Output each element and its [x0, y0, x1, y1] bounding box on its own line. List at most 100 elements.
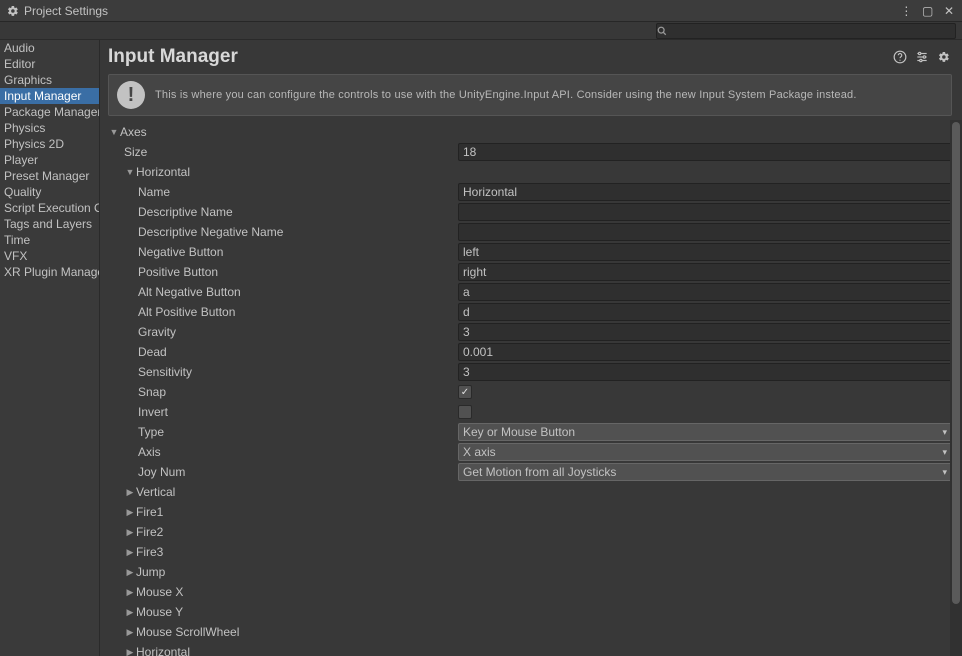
- axis-label: Axis: [138, 445, 458, 459]
- invert-checkbox[interactable]: [458, 405, 472, 419]
- dead-row: Dead: [102, 342, 956, 362]
- gravity-label: Gravity: [138, 325, 458, 339]
- vertical-scrollbar[interactable]: [950, 120, 962, 656]
- search-input[interactable]: [675, 24, 955, 38]
- axes-section-header[interactable]: ▼ Axes: [102, 122, 956, 142]
- foldout-arrow-icon: ▶: [124, 567, 136, 578]
- sidebar-item[interactable]: Graphics: [0, 72, 99, 88]
- chevron-down-icon: ▾: [942, 467, 947, 478]
- axis-header-label: Mouse ScrollWheel: [136, 625, 239, 639]
- sidebar-item[interactable]: Quality: [0, 184, 99, 200]
- descriptive-name-label: Descriptive Name: [138, 205, 458, 219]
- info-icon: !: [117, 81, 145, 109]
- content-area: ▼ Axes Size ▼ Horizontal Name Descriptive…: [100, 120, 962, 656]
- sidebar-item[interactable]: Script Execution Order: [0, 200, 99, 216]
- dead-label: Dead: [138, 345, 458, 359]
- axis-header-horizontal[interactable]: ▼ Horizontal: [102, 162, 956, 182]
- sidebar-item[interactable]: Package Manager: [0, 104, 99, 120]
- axis-header-collapsed[interactable]: ▶Fire2: [102, 522, 956, 542]
- descriptive-negative-name-label: Descriptive Negative Name: [138, 225, 458, 239]
- window-title: Project Settings: [24, 4, 108, 18]
- info-box: ! This is where you can configure the co…: [108, 74, 952, 116]
- sensitivity-row: Sensitivity: [102, 362, 956, 382]
- descriptive-name-row: Descriptive Name: [102, 202, 956, 222]
- foldout-arrow-icon: ▶: [124, 527, 136, 538]
- name-row: Name: [102, 182, 956, 202]
- window-maximize-icon[interactable]: ▢: [921, 4, 935, 18]
- search-icon: [657, 26, 675, 36]
- axis-header-collapsed[interactable]: ▶Mouse ScrollWheel: [102, 622, 956, 642]
- axis-header-collapsed[interactable]: ▶Mouse Y: [102, 602, 956, 622]
- axis-header-label: Vertical: [136, 485, 175, 499]
- sidebar-item[interactable]: Input Manager: [0, 88, 99, 104]
- type-dropdown[interactable]: Key or Mouse Button▾: [458, 423, 952, 441]
- size-label: Size: [124, 145, 458, 159]
- size-row: Size: [102, 142, 956, 162]
- axis-row: AxisX axis▾: [102, 442, 956, 462]
- sensitivity-input[interactable]: [458, 363, 952, 381]
- sidebar-item[interactable]: Editor: [0, 56, 99, 72]
- main-panel: Input Manager ! This is where you can co…: [100, 40, 962, 656]
- sensitivity-label: Sensitivity: [138, 365, 458, 379]
- sidebar-item[interactable]: Time: [0, 232, 99, 248]
- alt-positive-button-input[interactable]: [458, 303, 952, 321]
- axis-header-label: Fire2: [136, 525, 163, 539]
- alt-negative-button-input[interactable]: [458, 283, 952, 301]
- sidebar-item[interactable]: Preset Manager: [0, 168, 99, 184]
- name-input[interactable]: [458, 183, 952, 201]
- invert-row: Invert: [102, 402, 956, 422]
- sidebar-item[interactable]: Audio: [0, 40, 99, 56]
- sidebar-item[interactable]: XR Plugin Management: [0, 264, 99, 280]
- sidebar-item[interactable]: Player: [0, 152, 99, 168]
- axis-header-label: Fire1: [136, 505, 163, 519]
- sidebar-item[interactable]: Physics: [0, 120, 99, 136]
- preset-icon[interactable]: [914, 49, 930, 65]
- axis-header-collapsed[interactable]: ▶Fire1: [102, 502, 956, 522]
- size-input[interactable]: [458, 143, 952, 161]
- sidebar-item[interactable]: VFX: [0, 248, 99, 264]
- axes-label: Axes: [120, 125, 147, 139]
- axis-header-collapsed[interactable]: ▶Fire3: [102, 542, 956, 562]
- sidebar-item[interactable]: Tags and Layers: [0, 216, 99, 232]
- gravity-input[interactable]: [458, 323, 952, 341]
- axis-header-collapsed[interactable]: ▶Horizontal: [102, 642, 956, 656]
- dead-input[interactable]: [458, 343, 952, 361]
- axis-header-label: Horizontal: [136, 645, 190, 656]
- positive-button-input[interactable]: [458, 263, 952, 281]
- foldout-arrow-icon: ▶: [124, 547, 136, 558]
- search-box[interactable]: [656, 23, 956, 39]
- info-message: This is where you can configure the cont…: [155, 89, 857, 101]
- axis-header-label: Horizontal: [136, 165, 190, 179]
- descriptive-negative-name-input[interactable]: [458, 223, 952, 241]
- descriptive-negative-name-row: Descriptive Negative Name: [102, 222, 956, 242]
- help-icon[interactable]: [892, 49, 908, 65]
- settings-gear-icon[interactable]: [936, 49, 952, 65]
- axis-header-collapsed[interactable]: ▶Mouse X: [102, 582, 956, 602]
- scrollbar-thumb[interactable]: [952, 122, 960, 604]
- foldout-arrow-icon: ▶: [124, 507, 136, 518]
- axis-dropdown[interactable]: X axis▾: [458, 443, 952, 461]
- axis-header-label: Mouse X: [136, 585, 183, 599]
- alt-negative-button-row: Alt Negative Button: [102, 282, 956, 302]
- foldout-arrow-icon: ▶: [124, 647, 136, 656]
- window-close-icon[interactable]: ✕: [942, 4, 956, 18]
- descriptive-name-input[interactable]: [458, 203, 952, 221]
- negative-button-row: Negative Button: [102, 242, 956, 262]
- sidebar-item[interactable]: Physics 2D: [0, 136, 99, 152]
- gravity-row: Gravity: [102, 322, 956, 342]
- joy-num-dropdown[interactable]: Get Motion from all Joysticks▾: [458, 463, 952, 481]
- negative-button-input[interactable]: [458, 243, 952, 261]
- alt-positive-button-row: Alt Positive Button: [102, 302, 956, 322]
- foldout-arrow-icon: ▼: [108, 127, 120, 137]
- axis-header-collapsed[interactable]: ▶Jump: [102, 562, 956, 582]
- axis-header-label: Jump: [136, 565, 165, 579]
- invert-label: Invert: [138, 405, 458, 419]
- window-menu-icon[interactable]: ⋮: [899, 4, 913, 18]
- negative-button-label: Negative Button: [138, 245, 458, 259]
- type-row: TypeKey or Mouse Button▾: [102, 422, 956, 442]
- snap-checkbox[interactable]: ✓: [458, 385, 472, 399]
- sidebar: AudioEditorGraphicsInput ManagerPackage …: [0, 40, 100, 656]
- foldout-arrow-icon: ▶: [124, 487, 136, 498]
- axis-header-collapsed[interactable]: ▶Vertical: [102, 482, 956, 502]
- page-title: Input Manager: [108, 46, 886, 68]
